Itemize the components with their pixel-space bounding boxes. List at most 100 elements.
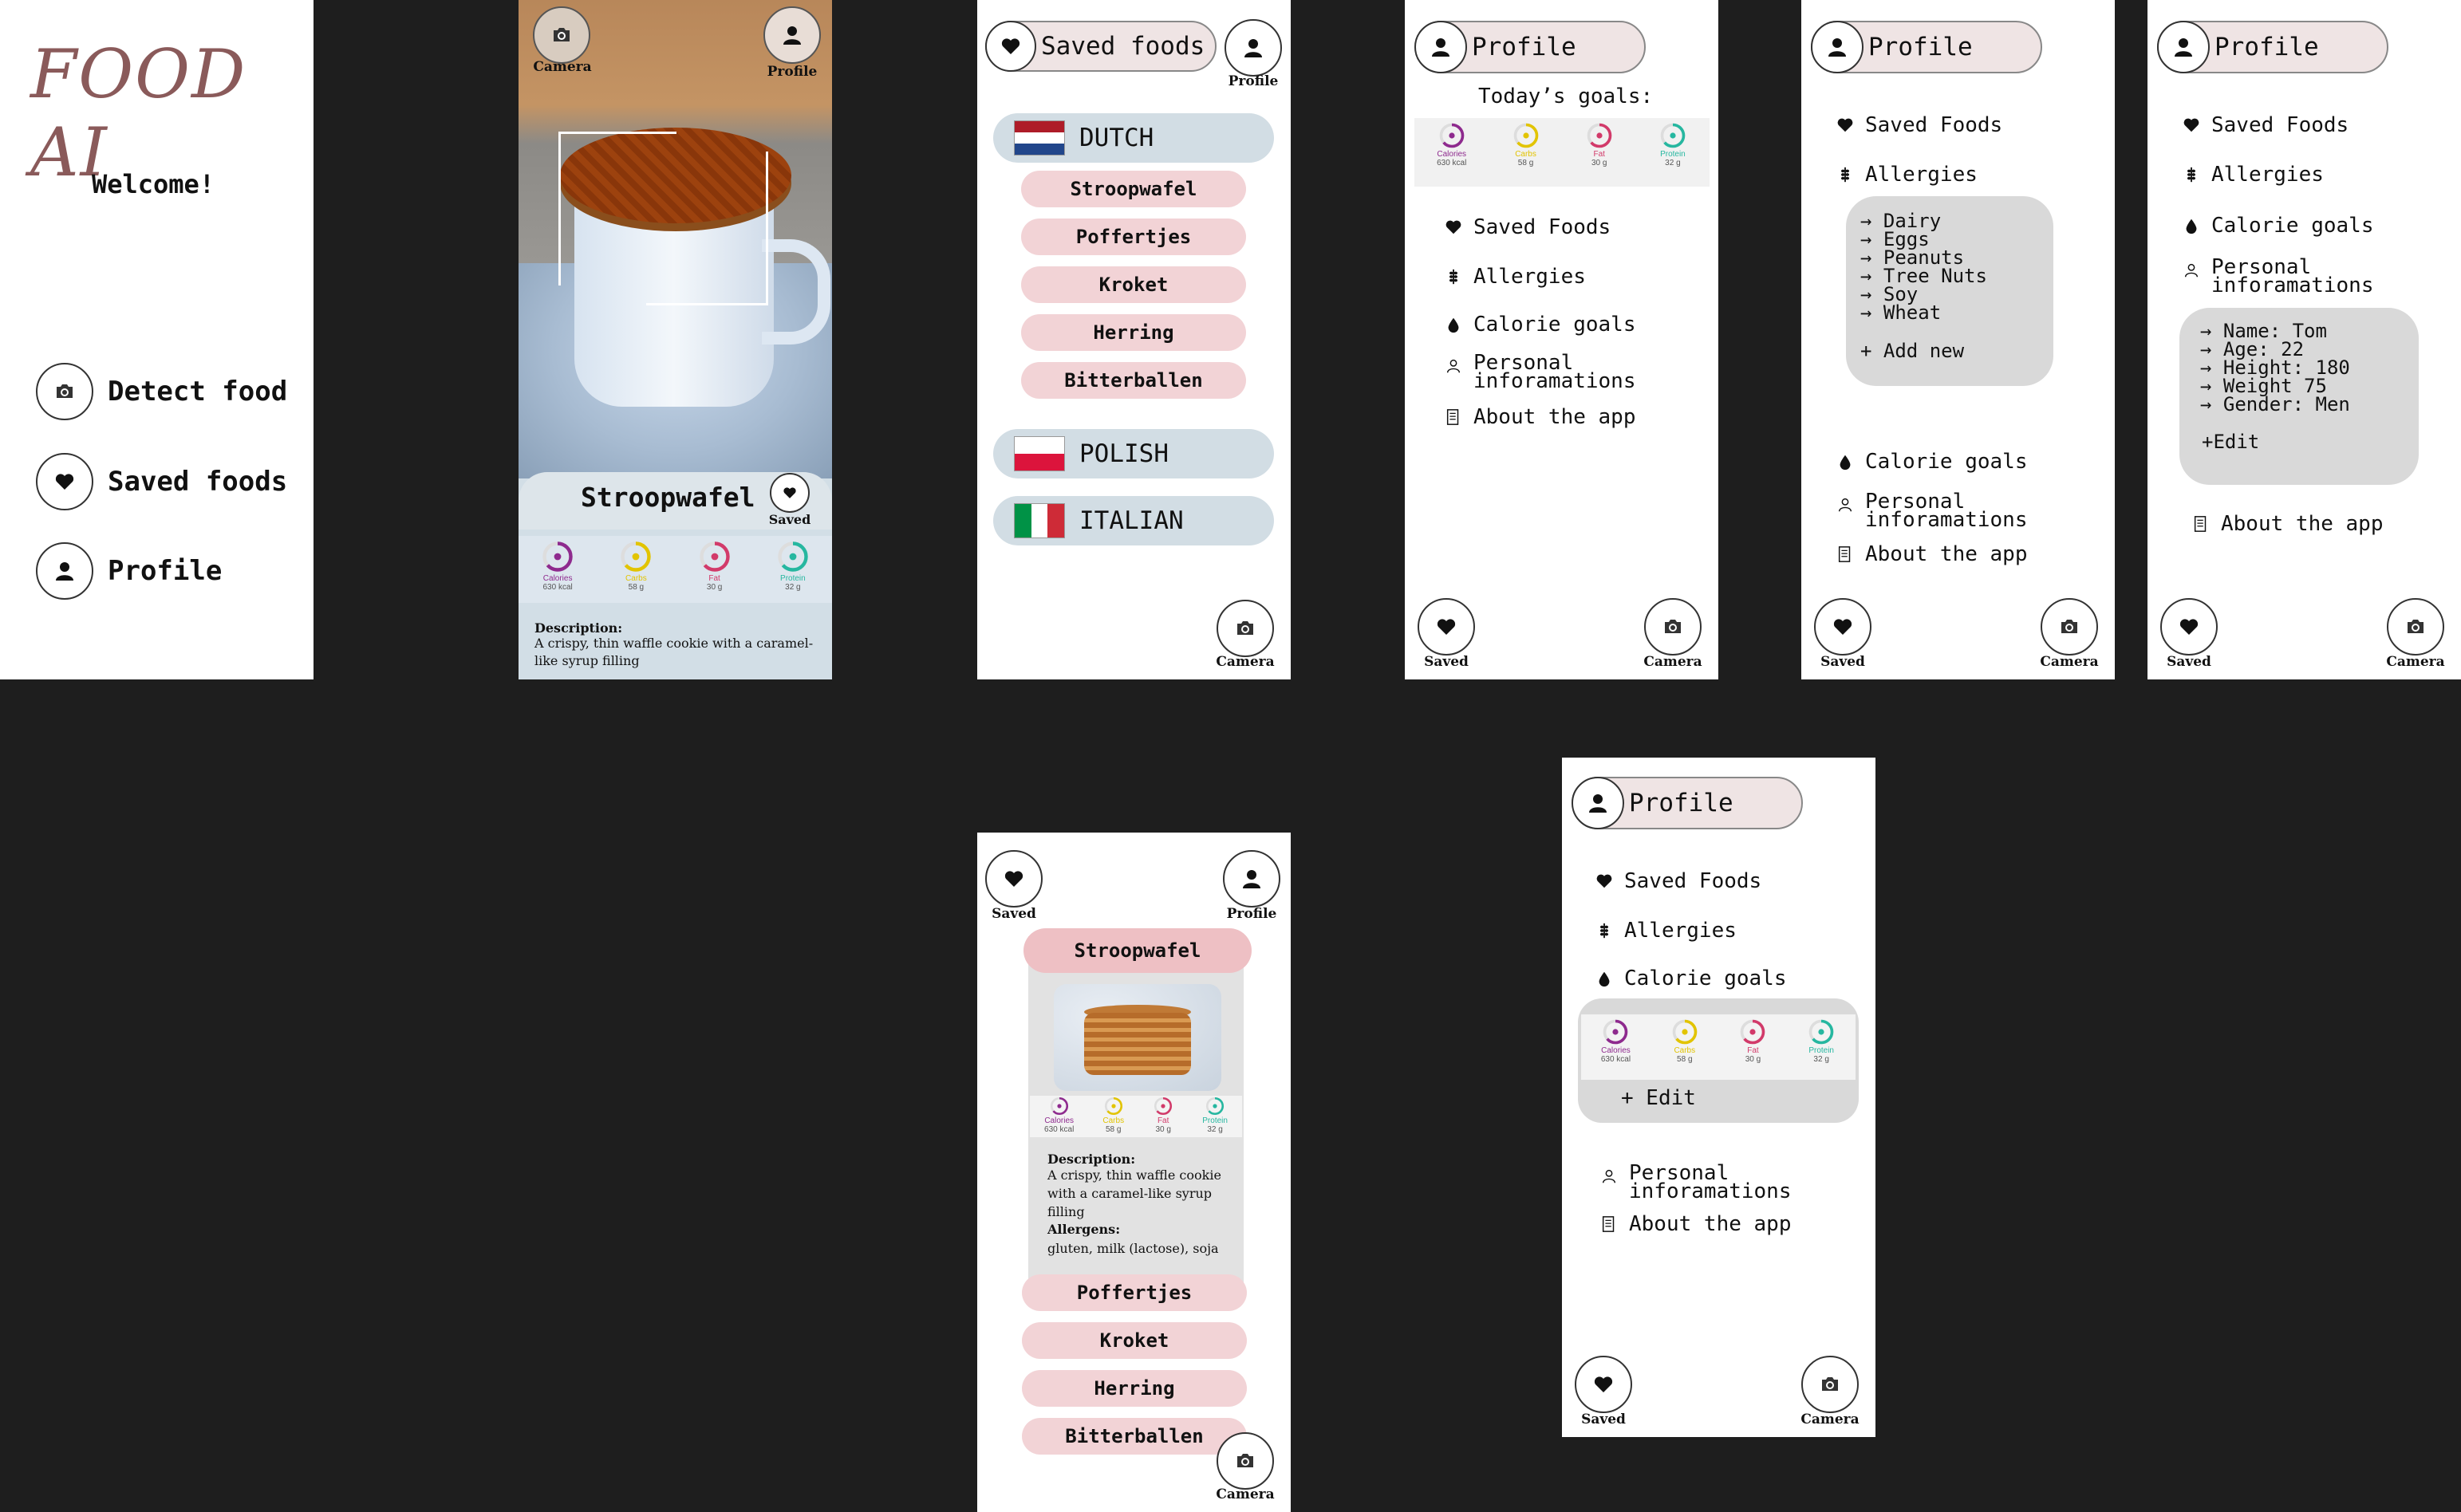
allergy-list: → Dairy → Eggs → Peanuts → Tree Nuts → S… — [1860, 211, 1987, 322]
save-button[interactable] — [770, 473, 810, 513]
menu-allergies[interactable]: Allergies — [1836, 163, 1978, 187]
saved-button[interactable] — [2160, 598, 2218, 656]
food-item[interactable]: Poffertjes — [1022, 1274, 1247, 1311]
menu-saved-foods[interactable]: Saved Foods — [2183, 113, 2349, 137]
food-item[interactable]: Kroket — [1022, 1322, 1247, 1359]
food-item[interactable]: Stroopwafel — [1021, 171, 1246, 207]
menu-saved-foods[interactable]: Saved Foods — [1445, 215, 1611, 239]
profile-button[interactable] — [763, 6, 821, 64]
menu-calorie-goals[interactable]: Calorie goals — [1836, 450, 2028, 474]
camera-button[interactable] — [1644, 598, 1702, 656]
profile-header: Profile — [1414, 21, 1646, 73]
menu-label: Allergies — [1473, 265, 1586, 289]
heart-icon — [1004, 871, 1023, 887]
menu-saved-foods[interactable]: Saved Foods — [1595, 869, 1761, 893]
detect-food-button[interactable]: Detect food — [36, 363, 287, 420]
food-item[interactable]: Bitterballen — [1022, 1418, 1247, 1455]
menu-personal[interactable]: Personal inforamations — [1836, 491, 2028, 530]
saved-caption: Saved — [2167, 654, 2211, 670]
nutrient-label: Fat — [708, 574, 720, 583]
profile-button[interactable] — [1225, 19, 1282, 77]
menu-label: Saved Foods — [1865, 113, 2003, 137]
nutrient-ring: Fat 30 g — [1153, 1096, 1173, 1134]
camera-button[interactable] — [1217, 1432, 1274, 1490]
menu-saved-foods[interactable]: Saved Foods — [1836, 113, 2002, 137]
edit-personal-button[interactable]: +Edit — [2202, 431, 2259, 453]
allergy-item[interactable]: → Wheat — [1860, 303, 1987, 322]
menu-about[interactable]: About the app — [2192, 512, 2384, 536]
profile-caption: Profile — [1226, 906, 1277, 922]
wheat-icon — [1445, 265, 1473, 289]
nutrient-value: 30 g — [1155, 1125, 1171, 1134]
menu-about[interactable]: About the app — [1836, 542, 2028, 566]
profile-button[interactable]: Profile — [36, 542, 222, 600]
menu-calorie-goals[interactable]: Calorie goals — [1595, 967, 1787, 990]
profile-screen-calories: Profile Saved Foods Allergies Calorie go… — [1562, 758, 1875, 1437]
camera-icon — [2408, 620, 2424, 633]
menu-calorie-goals[interactable]: Calorie goals — [2183, 214, 2374, 238]
nutrient-value: 58 g — [628, 583, 645, 592]
menu-allergies[interactable]: Allergies — [2183, 163, 2324, 187]
carbs-ring-icon — [1672, 1019, 1698, 1045]
menu-calorie-goals[interactable]: Calorie goals — [1445, 313, 1636, 337]
camera-button[interactable] — [533, 6, 590, 64]
nutrient-ring: Protein 32 g — [1202, 1096, 1228, 1134]
saved-caption: Saved — [1424, 654, 1469, 670]
food-item[interactable]: Kroket — [1021, 266, 1246, 303]
menu-about[interactable]: About the app — [1600, 1212, 1792, 1236]
menu-personal[interactable]: Personal inforamations — [1445, 352, 1636, 392]
profile-screen-allergies: Profile Saved Foods Allergies → Dairy → … — [1801, 0, 2115, 679]
nutrient-label: Carbs — [625, 574, 647, 583]
menu-label: Personal inforamations — [1629, 1161, 1792, 1203]
saved-foods-button[interactable]: Saved foods — [36, 453, 287, 510]
saved-button[interactable] — [1814, 598, 1871, 656]
menu-label: Allergies — [1624, 919, 1737, 943]
menu-allergies[interactable]: Allergies — [1445, 265, 1586, 289]
country-italian[interactable]: ITALIAN — [993, 496, 1274, 545]
camera-button[interactable] — [1801, 1356, 1859, 1413]
page-title: Profile — [1629, 789, 1733, 817]
camera-button[interactable] — [1217, 600, 1274, 657]
menu-label: Saved Foods — [1624, 869, 1762, 893]
nutrient-value: 630 kcal — [1600, 1055, 1631, 1064]
country-dutch[interactable]: DUTCH — [993, 113, 1274, 163]
calorie-goal-rings: Calories 630 kcal Carbs 58 g Fat 30 g Protein 3… — [1581, 1014, 1856, 1080]
camera-icon — [1237, 1454, 1253, 1467]
food-item[interactable]: Herring — [1022, 1370, 1247, 1407]
nutrient-ring: Carbs 58 g — [618, 539, 653, 592]
saved-caption: Saved — [1820, 654, 1865, 670]
camera-button[interactable] — [2387, 598, 2444, 656]
saved-button[interactable] — [985, 850, 1043, 908]
menu-about[interactable]: About the app — [1445, 405, 1636, 429]
profile-header: Profile — [1811, 21, 2042, 73]
camera-button[interactable] — [2041, 598, 2098, 656]
nutrient-label: Protein — [1660, 150, 1686, 159]
saved-button[interactable] — [1575, 1356, 1632, 1413]
nutrient-value: 32 g — [1813, 1055, 1829, 1064]
country-polish[interactable]: POLISH — [993, 429, 1274, 478]
detail-title[interactable]: Stroopwafel — [1023, 928, 1252, 973]
menu-personal[interactable]: Personal inforamations — [1600, 1161, 1792, 1203]
person-outline-icon — [2183, 258, 2211, 282]
country-label: DUTCH — [1079, 124, 1154, 152]
saved-caption: Saved — [1581, 1412, 1626, 1427]
profile-caption: Profile — [1228, 73, 1279, 89]
menu-label: Calorie goals — [2211, 214, 2374, 238]
carbs-ring-icon — [1104, 1097, 1122, 1116]
profile-button[interactable] — [1223, 850, 1280, 908]
saved-button[interactable] — [1418, 598, 1475, 656]
edit-calories-button[interactable]: + Edit — [1621, 1086, 1696, 1110]
menu-allergies[interactable]: Allergies — [1595, 919, 1737, 943]
nutrient-ring: Calories 630 kcal — [1044, 1096, 1074, 1134]
stroopwafel-photo — [1054, 984, 1221, 1091]
person-outline-icon — [1836, 493, 1865, 517]
food-item[interactable]: Bitterballen — [1021, 362, 1246, 399]
profile-screen-personal: Profile Saved Foods Allergies Calorie go… — [2147, 0, 2461, 679]
food-item[interactable]: Poffertjes — [1021, 219, 1246, 255]
menu-personal[interactable]: Personal inforamations — [2183, 257, 2374, 296]
food-item[interactable]: Herring — [1021, 314, 1246, 351]
person-icon — [2157, 21, 2210, 73]
nutrient-value: 630 kcal — [1044, 1125, 1075, 1134]
add-allergy-button[interactable]: + Add new — [1860, 340, 1964, 362]
nutrient-value: 30 g — [706, 583, 723, 592]
